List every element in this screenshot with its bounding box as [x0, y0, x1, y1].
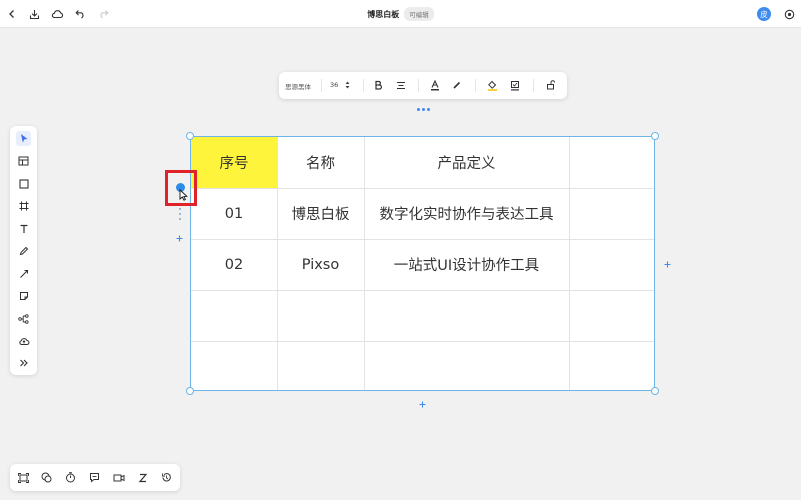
font-size-input[interactable]: 36: [330, 81, 338, 89]
bottom-toolbar: [10, 464, 180, 491]
table-gridline: [191, 341, 654, 342]
fit-screen-icon[interactable]: [16, 470, 31, 485]
line-icon[interactable]: [16, 266, 31, 281]
user-avatar[interactable]: 皮: [757, 7, 771, 21]
add-row-bottom-plus-icon[interactable]: [418, 400, 427, 409]
table-cell[interactable]: [277, 290, 364, 341]
top-bar: 博思白板 可编辑 皮: [0, 0, 801, 28]
title-area: 博思白板 可编辑: [0, 0, 801, 28]
redo-icon[interactable]: [95, 6, 111, 22]
resize-handle-bottom-left[interactable]: [186, 387, 194, 395]
divider: [418, 79, 419, 92]
table-icon[interactable]: [16, 153, 31, 168]
table-header-cell[interactable]: 序号: [191, 137, 277, 188]
row-menu-kebab-icon[interactable]: [178, 208, 182, 220]
table-cell[interactable]: 一站式UI设计协作工具: [364, 239, 569, 290]
table-gridline: [364, 137, 365, 390]
table-gridline: [277, 137, 278, 390]
back-icon[interactable]: [4, 6, 20, 22]
table-gridline: [191, 239, 654, 240]
font-family-select[interactable]: 思源黑体: [285, 81, 311, 91]
align-center-icon[interactable]: [394, 78, 408, 92]
table-gridline: [569, 137, 570, 390]
table-cell[interactable]: Pixso: [277, 239, 364, 290]
divider: [475, 79, 476, 92]
table-cell[interactable]: [569, 239, 655, 290]
lock-icon[interactable]: [544, 78, 558, 92]
download-icon[interactable]: [26, 6, 42, 22]
text-icon[interactable]: [16, 221, 31, 236]
table-cell[interactable]: 数字化实时协作与表达工具: [364, 188, 569, 239]
pointer-icon[interactable]: [16, 131, 31, 146]
font-size-stepper-icon[interactable]: [345, 80, 350, 92]
left-toolbar: [10, 126, 37, 375]
more-options-icon[interactable]: [413, 104, 433, 114]
fill-color-icon[interactable]: [485, 78, 499, 92]
border-style-icon[interactable]: [508, 78, 522, 92]
resize-handle-bottom-right[interactable]: [651, 387, 659, 395]
table-cell[interactable]: [364, 290, 569, 341]
timer-icon[interactable]: [63, 470, 78, 485]
add-row-plus-icon[interactable]: [175, 234, 184, 243]
highlight-pen-icon[interactable]: [450, 78, 464, 92]
pen-icon[interactable]: [16, 243, 31, 258]
table-cell[interactable]: [569, 290, 655, 341]
document-title[interactable]: 博思白板: [367, 9, 399, 20]
cloud-icon[interactable]: [49, 6, 65, 22]
format-toolbar: 思源黑体 36: [279, 72, 567, 99]
add-column-plus-icon[interactable]: [663, 260, 672, 269]
table-header-cell[interactable]: [569, 137, 655, 188]
upload-icon[interactable]: [16, 333, 31, 348]
table-element[interactable]: 序号 名称 产品定义 01 博思白板 数字化实时协作与表达工具 02 Pixso…: [190, 136, 655, 391]
comment-icon[interactable]: [39, 470, 54, 485]
divider: [533, 79, 534, 92]
sticky-note-icon[interactable]: [16, 288, 31, 303]
resize-handle-top-right[interactable]: [651, 132, 659, 140]
video-icon[interactable]: [111, 470, 126, 485]
undo-icon[interactable]: [72, 6, 88, 22]
cursor-pointer-icon: [179, 186, 188, 201]
z-icon[interactable]: [135, 470, 150, 485]
settings-icon[interactable]: [781, 6, 797, 22]
table-gridline: [191, 290, 654, 291]
table-cell[interactable]: [277, 341, 364, 390]
frame-icon[interactable]: [16, 198, 31, 213]
divider: [321, 79, 322, 92]
divider: [363, 79, 364, 92]
more-icon[interactable]: [16, 355, 31, 370]
resize-handle-top-left[interactable]: [186, 132, 194, 140]
table-gridline: [191, 188, 654, 189]
table-cell[interactable]: 博思白板: [277, 188, 364, 239]
edit-permission-badge[interactable]: 可编辑: [404, 7, 434, 21]
history-icon[interactable]: [159, 470, 174, 485]
text-color-icon[interactable]: [428, 78, 442, 92]
table-cell[interactable]: 02: [191, 239, 277, 290]
chat-icon[interactable]: [87, 470, 102, 485]
table-cell[interactable]: 01: [191, 188, 277, 239]
table-cell[interactable]: [191, 290, 277, 341]
rectangle-icon[interactable]: [16, 176, 31, 191]
bold-icon[interactable]: [371, 78, 385, 92]
table-header-cell[interactable]: 名称: [277, 137, 364, 188]
table-header-cell[interactable]: 产品定义: [364, 137, 569, 188]
table-cell[interactable]: [569, 341, 655, 390]
table-cell[interactable]: [364, 341, 569, 390]
table-cell[interactable]: [191, 341, 277, 390]
table-cell[interactable]: [569, 188, 655, 239]
mindmap-icon[interactable]: [16, 311, 31, 326]
